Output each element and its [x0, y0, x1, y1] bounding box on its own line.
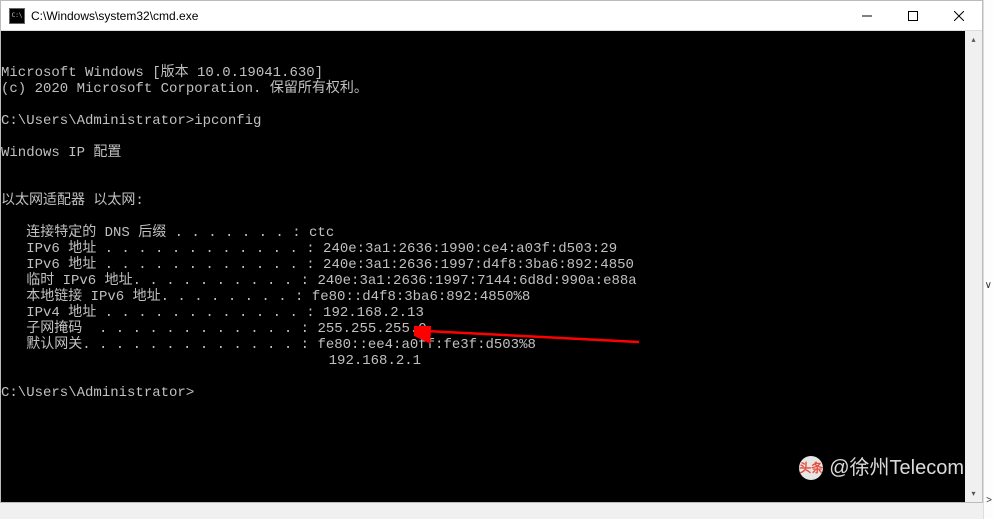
- terminal-line: Microsoft Windows [版本 10.0.19041.630]: [1, 65, 982, 81]
- terminal-line: 以太网适配器 以太网:: [1, 193, 982, 209]
- terminal-line: 默认网关. . . . . . . . . . . . . : fe80::ee…: [1, 337, 982, 353]
- watermark-text: @徐州Telecom: [829, 460, 964, 476]
- terminal-line: (c) 2020 Microsoft Corporation. 保留所有权利。: [1, 81, 982, 97]
- terminal-line: [1, 161, 982, 177]
- terminal-line: IPv6 地址 . . . . . . . . . . . . : 240e:3…: [1, 241, 982, 257]
- window-controls: [844, 1, 982, 30]
- terminal-line: 192.168.2.1: [1, 353, 982, 369]
- cmd-icon: [9, 8, 25, 24]
- maximize-button[interactable]: [890, 1, 936, 30]
- window-title: C:\Windows\system32\cmd.exe: [31, 9, 844, 23]
- scroll-up-button[interactable]: ▴: [965, 31, 982, 48]
- cmd-window: C:\Windows\system32\cmd.exe Microsoft Wi…: [0, 0, 983, 503]
- vertical-scrollbar[interactable]: ▴ ▾: [965, 31, 982, 502]
- close-button[interactable]: [936, 1, 982, 30]
- terminal-line: 子网掩码 . . . . . . . . . . . . : 255.255.2…: [1, 321, 982, 337]
- terminal-line: 本地链接 IPv6 地址. . . . . . . . : fe80::d4f8…: [1, 289, 982, 305]
- watermark: 头条 @徐州Telecom: [799, 456, 964, 480]
- scroll-down-button[interactable]: ▾: [965, 485, 982, 502]
- terminal-line: 临时 IPv6 地址. . . . . . . . . . : 240e:3a1…: [1, 273, 982, 289]
- titlebar[interactable]: C:\Windows\system32\cmd.exe: [1, 1, 982, 31]
- terminal-line: [1, 177, 982, 193]
- terminal-line: C:\Users\Administrator>ipconfig: [1, 113, 982, 129]
- terminal-line: Windows IP 配置: [1, 145, 982, 161]
- watermark-logo-icon: 头条: [799, 456, 823, 480]
- adjacent-window-edge: ∨ >: [983, 0, 993, 519]
- terminal-line: IPv6 地址 . . . . . . . . . . . . : 240e:3…: [1, 257, 982, 273]
- terminal-line: [1, 369, 982, 385]
- terminal-output[interactable]: Microsoft Windows [版本 10.0.19041.630](c)…: [1, 31, 982, 502]
- terminal-line: 连接特定的 DNS 后缀 . . . . . . . : ctc: [1, 225, 982, 241]
- terminal-line: C:\Users\Administrator>: [1, 385, 982, 401]
- terminal-line: [1, 129, 982, 145]
- terminal-line: [1, 209, 982, 225]
- terminal-line: IPv4 地址 . . . . . . . . . . . . : 192.16…: [1, 305, 982, 321]
- minimize-button[interactable]: [844, 1, 890, 30]
- terminal-line: [1, 97, 982, 113]
